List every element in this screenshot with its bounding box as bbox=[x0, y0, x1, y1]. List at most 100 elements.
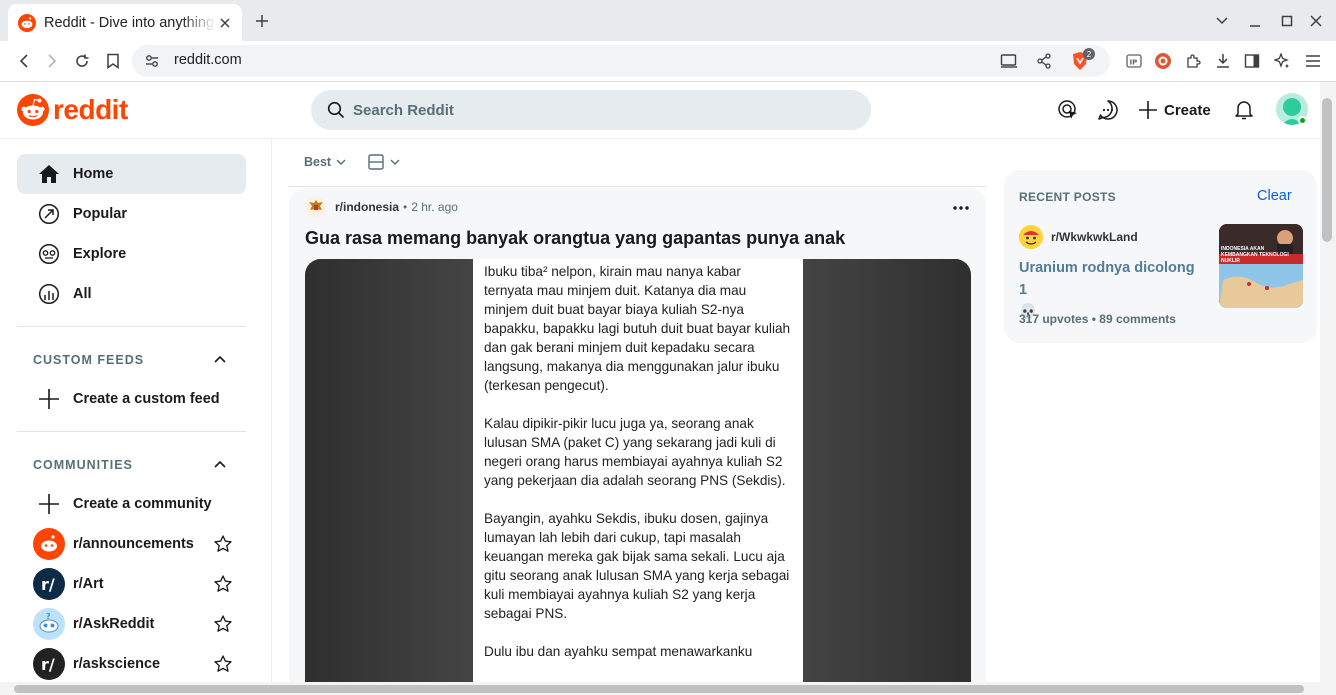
community-item[interactable]: r/ r/askscience bbox=[33, 648, 233, 680]
shields-badge: 2 bbox=[1083, 48, 1095, 60]
chevron-up-icon[interactable] bbox=[212, 456, 228, 472]
media-paragraph: Ibuku tiba² nelpon, kirain mau nanya kab… bbox=[484, 264, 791, 393]
snoo-logo-icon bbox=[17, 94, 49, 126]
favorite-star-icon[interactable] bbox=[213, 654, 233, 674]
notifications-bell-icon[interactable] bbox=[1232, 98, 1256, 122]
nav-popular[interactable]: Popular bbox=[17, 194, 246, 234]
create-label: Create bbox=[1164, 101, 1211, 119]
search-bar[interactable]: Search Reddit bbox=[311, 90, 871, 130]
address-bar[interactable]: reddit.com bbox=[132, 45, 1110, 77]
reload-icon[interactable] bbox=[72, 51, 92, 71]
sidebar-toggle-icon[interactable] bbox=[1242, 51, 1262, 71]
recent-post-stats: 317 upvotes • 89 comments bbox=[1019, 312, 1176, 326]
community-name: r/announcements bbox=[73, 536, 194, 552]
favorite-star-icon[interactable] bbox=[213, 574, 233, 594]
horizontal-scroll-thumb[interactable] bbox=[14, 685, 1304, 693]
all-icon bbox=[37, 282, 61, 306]
menu-icon[interactable] bbox=[1303, 51, 1323, 71]
create-button[interactable]: Create bbox=[1138, 98, 1211, 122]
reddit-favicon-icon bbox=[18, 13, 36, 32]
favorite-star-icon[interactable] bbox=[213, 534, 233, 554]
community-item[interactable]: r/announcements bbox=[33, 528, 233, 560]
back-icon[interactable] bbox=[14, 51, 34, 71]
chevron-down-icon[interactable] bbox=[389, 156, 401, 168]
downloads-icon[interactable] bbox=[1213, 51, 1233, 71]
art-avatar: r/ bbox=[33, 568, 65, 600]
tab-close-icon[interactable] bbox=[216, 14, 234, 32]
nav-all[interactable]: All bbox=[17, 274, 246, 314]
left-sidebar: Home Popular Explore All CUSTOM FEEDS Cr… bbox=[0, 139, 272, 682]
recent-post-subreddit[interactable]: r/WkwkwkLand bbox=[1051, 230, 1138, 244]
community-item[interactable]: r/ r/Art bbox=[33, 568, 233, 600]
chat-icon[interactable] bbox=[1096, 98, 1120, 122]
clear-recent-button[interactable]: Clear bbox=[1257, 188, 1292, 204]
nav-all-label: All bbox=[73, 286, 92, 302]
browser-window: Reddit - Dive into anything reddit.com 2… bbox=[0, 0, 1336, 695]
custom-feeds-header[interactable]: CUSTOM FEEDS bbox=[33, 353, 144, 367]
reddit-header: reddit Search Reddit Create bbox=[0, 82, 1320, 139]
askscience-avatar: r/ bbox=[33, 648, 65, 680]
duckduckgo-extension-icon[interactable] bbox=[1153, 51, 1173, 71]
site-info-icon[interactable] bbox=[144, 53, 160, 69]
search-placeholder: Search Reddit bbox=[353, 101, 454, 119]
popular-icon bbox=[37, 202, 61, 226]
create-community-label: Create a community bbox=[73, 496, 212, 512]
recent-post-upvotes: 317 upvotes bbox=[1019, 312, 1089, 326]
sort-dropdown[interactable]: Best bbox=[304, 155, 331, 169]
media-paragraph: Bayangin, ayahku Sekdis, ibuku dosen, ga… bbox=[484, 511, 790, 621]
svg-text:?: ? bbox=[46, 612, 51, 621]
create-custom-feed[interactable]: Create a custom feed bbox=[33, 383, 233, 415]
vertical-scroll-thumb[interactable] bbox=[1322, 98, 1332, 242]
install-app-icon[interactable] bbox=[1000, 53, 1018, 69]
post-subreddit[interactable]: r/indonesia bbox=[335, 200, 399, 214]
view-layout-icon[interactable] bbox=[367, 153, 385, 171]
favorite-star-icon[interactable] bbox=[213, 614, 233, 634]
horizontal-scrollbar[interactable] bbox=[0, 682, 1336, 695]
nav-home-label: Home bbox=[73, 166, 114, 182]
recent-post-thumbnail[interactable]: INDONESIA AKAN KEMBANGKAN TEKNOLOGI NUKL… bbox=[1219, 224, 1303, 308]
more-options-icon[interactable] bbox=[951, 198, 971, 218]
feed-controls: Best bbox=[304, 152, 401, 172]
recent-post-meta: r/WkwkwkLand bbox=[1019, 225, 1138, 249]
nav-popular-label: Popular bbox=[73, 206, 127, 222]
post-card[interactable]: r/indonesia • 2 hr. ago Gua rasa memang … bbox=[289, 188, 986, 682]
community-item[interactable]: ? r/AskReddit bbox=[33, 608, 233, 640]
browser-tab[interactable]: Reddit - Dive into anything bbox=[8, 4, 242, 41]
chevron-down-icon[interactable] bbox=[335, 156, 347, 168]
recent-posts-panel: RECENT POSTS Clear r/WkwkwkLand Uranium … bbox=[1004, 170, 1317, 343]
reddit-wordmark: reddit bbox=[53, 94, 128, 125]
post-title[interactable]: Gua rasa memang banyak orangtua yang gap… bbox=[305, 228, 845, 249]
nav-explore[interactable]: Explore bbox=[17, 234, 246, 274]
communities-header[interactable]: COMMUNITIES bbox=[33, 458, 133, 472]
search-icon bbox=[327, 101, 345, 119]
share-icon[interactable] bbox=[1036, 53, 1052, 69]
wkwkwkland-avatar[interactable] bbox=[1019, 225, 1043, 249]
ip-extension-icon[interactable]: IP bbox=[1124, 51, 1144, 71]
bookmark-icon[interactable] bbox=[103, 51, 123, 71]
leo-ai-icon[interactable] bbox=[1272, 51, 1292, 71]
post-media[interactable]: Ibuku tiba² nelpon, kirain mau nanya kab… bbox=[305, 259, 971, 682]
new-tab-icon[interactable] bbox=[252, 11, 272, 31]
announcements-avatar bbox=[33, 528, 65, 560]
minimize-icon[interactable] bbox=[1246, 12, 1264, 30]
close-window-icon[interactable] bbox=[1307, 12, 1325, 30]
forward-icon[interactable] bbox=[42, 51, 62, 71]
plus-icon bbox=[39, 389, 59, 409]
chevron-up-icon[interactable] bbox=[212, 351, 228, 367]
media-blur-right bbox=[803, 259, 971, 682]
create-custom-feed-label: Create a custom feed bbox=[73, 391, 220, 407]
create-community[interactable]: Create a community bbox=[33, 488, 233, 520]
reddit-logo[interactable]: reddit bbox=[17, 94, 128, 126]
advertise-icon[interactable] bbox=[1056, 98, 1080, 122]
recent-posts-header: RECENT POSTS bbox=[1019, 190, 1116, 204]
community-name: r/AskReddit bbox=[73, 616, 155, 632]
maximize-icon[interactable] bbox=[1278, 12, 1296, 30]
tab-search-chevron-icon[interactable] bbox=[1213, 12, 1231, 30]
nav-home[interactable]: Home bbox=[17, 154, 246, 194]
vertical-scrollbar[interactable] bbox=[1320, 82, 1336, 682]
extensions-puzzle-icon[interactable] bbox=[1183, 51, 1203, 71]
garuda-subreddit-icon[interactable] bbox=[305, 196, 327, 218]
meta-separator: • bbox=[403, 200, 408, 214]
askreddit-avatar: ? bbox=[33, 608, 65, 640]
sidebar-divider bbox=[17, 431, 246, 432]
